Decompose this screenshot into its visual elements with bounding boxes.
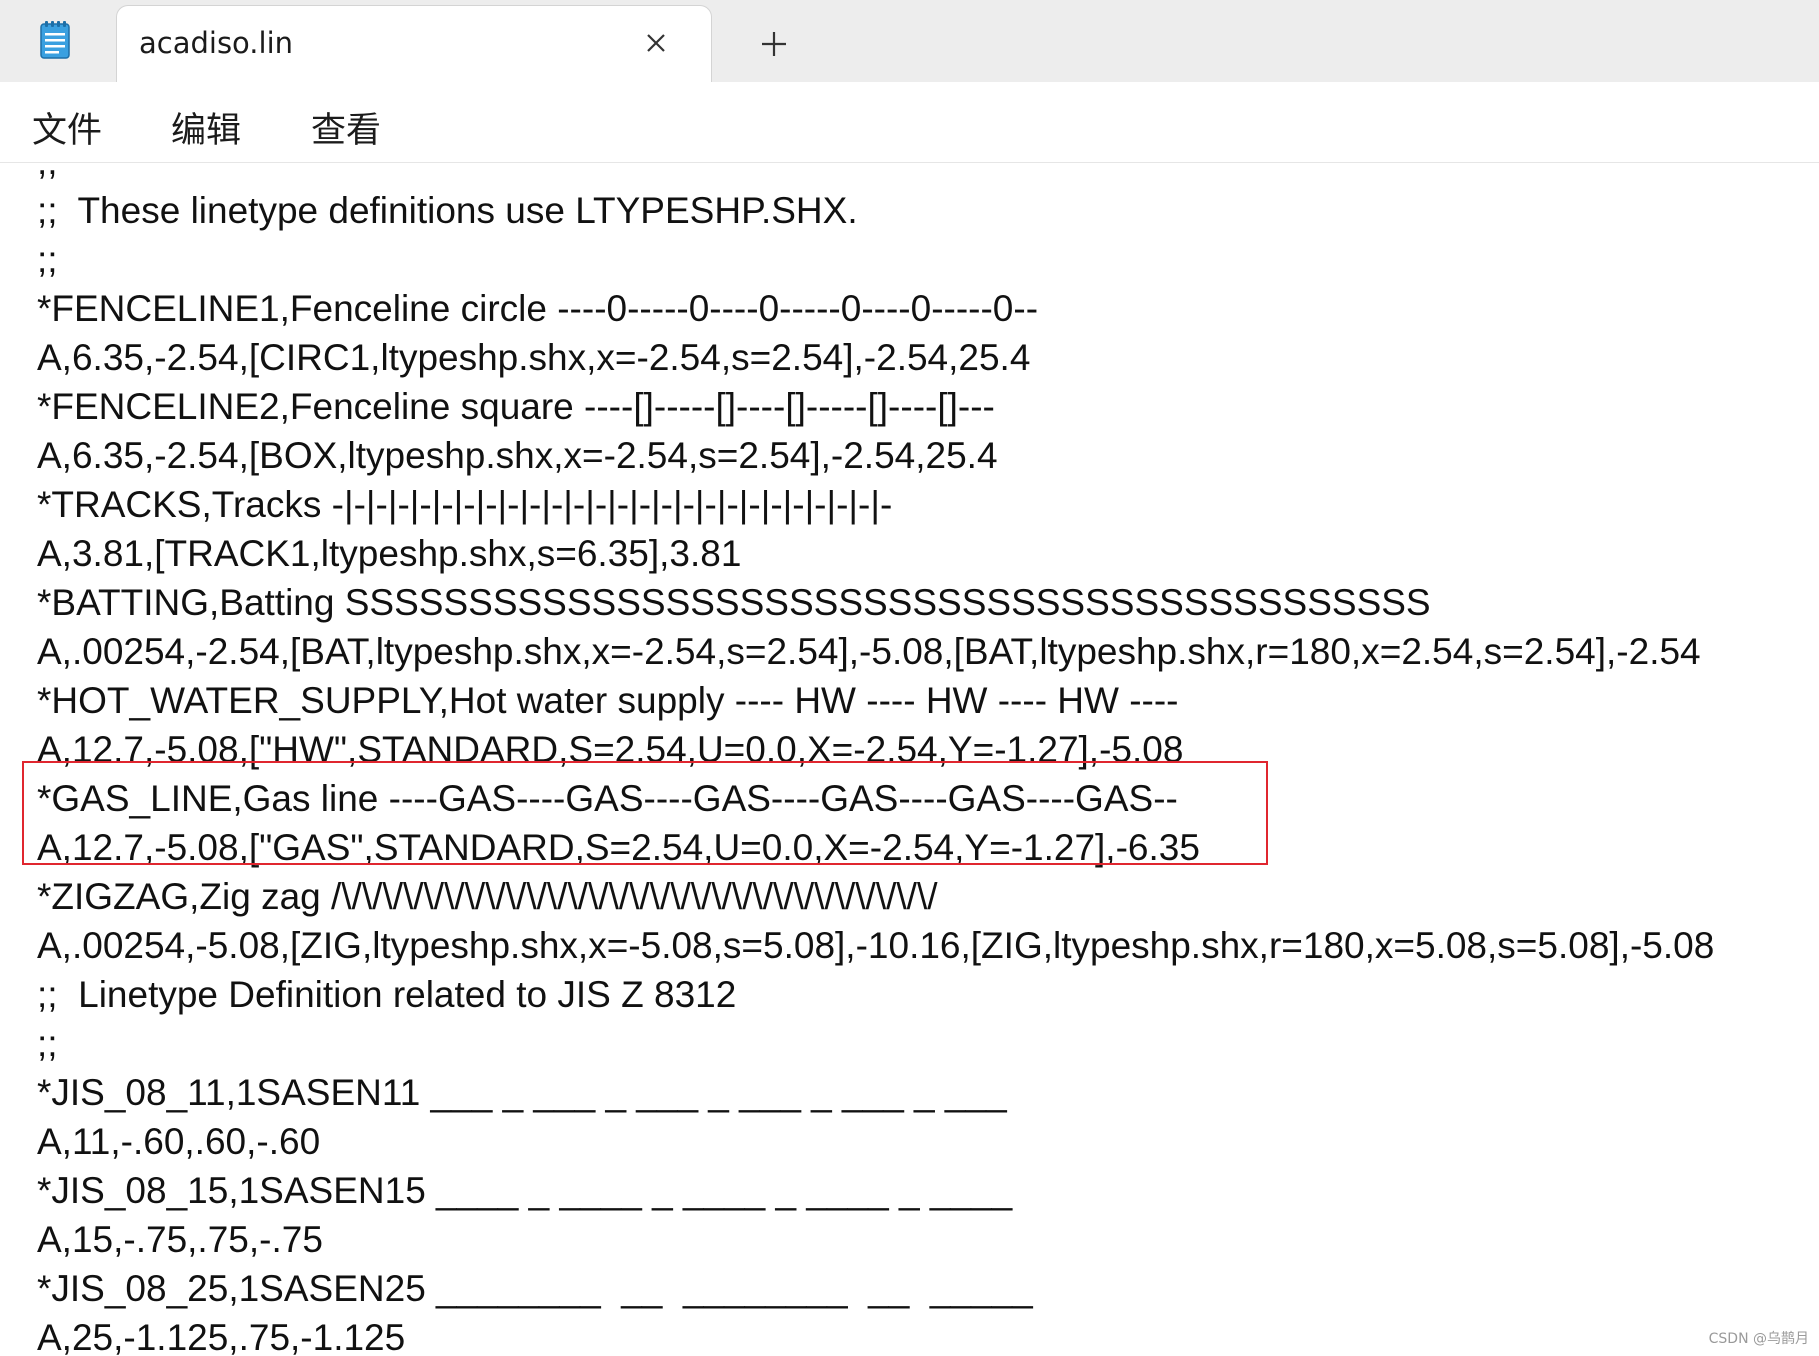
text-line: A,11,-.60,.60,-.60 bbox=[37, 1121, 321, 1162]
menu-file[interactable]: 文件 bbox=[32, 102, 102, 153]
text-editor[interactable]: ;; ;; These linetype definitions use LTY… bbox=[0, 163, 1819, 1356]
text-line: ;; bbox=[37, 1023, 58, 1064]
text-line: A,25,-1.125,.75,-1.125 bbox=[37, 1317, 406, 1356]
text-line: *JIS_08_15,1SASEN15 ____ _ ____ _ ____ _… bbox=[37, 1170, 1013, 1211]
text-line: A,12.7,-5.08,["HW",STANDARD,S=2.54,U=0.0… bbox=[37, 729, 1184, 770]
text-line: *FENCELINE1,Fenceline circle ----0-----0… bbox=[37, 288, 1039, 329]
text-line: A,15,-.75,.75,-.75 bbox=[37, 1219, 323, 1260]
editor-lines: ;; ;; These linetype definitions use LTY… bbox=[37, 163, 1714, 1356]
menu-view[interactable]: 查看 bbox=[311, 102, 381, 153]
tab-acadiso[interactable]: acadiso.lin bbox=[116, 5, 712, 82]
tab-title: acadiso.lin bbox=[139, 26, 294, 60]
text-line: A,6.35,-2.54,[BOX,ltypeshp.shx,x=-2.54,s… bbox=[37, 435, 998, 476]
text-line: *BATTING,Batting SSSSSSSSSSSSSSSSSSSSSSS… bbox=[37, 582, 1431, 623]
notepad-window: acadiso.lin 文件 编辑 查看 ;; ;; These linetyp… bbox=[0, 0, 1819, 1356]
text-line: A,3.81,[TRACK1,ltypeshp.shx,s=6.35],3.81 bbox=[37, 533, 742, 574]
text-line: ;; bbox=[37, 163, 1714, 186]
menu-edit[interactable]: 编辑 bbox=[171, 102, 241, 153]
menu-bar: 文件 编辑 查看 bbox=[0, 82, 1819, 163]
close-icon[interactable] bbox=[641, 28, 671, 58]
text-line: *JIS_08_11,1SASEN11 ___ _ ___ _ ___ _ __… bbox=[37, 1072, 1007, 1113]
text-line: *FENCELINE2,Fenceline square ----[]-----… bbox=[37, 386, 995, 427]
notepad-icon bbox=[40, 21, 70, 59]
text-line: *TRACKS,Tracks -|-|-|-|-|-|-|-|-|-|-|-|-… bbox=[37, 484, 893, 525]
text-line: *JIS_08_25,1SASEN25 ________ __ ________… bbox=[37, 1268, 1033, 1309]
text-line: A,.00254,-2.54,[BAT,ltypeshp.shx,x=-2.54… bbox=[37, 631, 1701, 672]
text-line: ;; bbox=[37, 239, 58, 280]
text-line: A,12.7,-5.08,["GAS",STANDARD,S=2.54,U=0.… bbox=[37, 827, 1200, 868]
text-line: *HOT_WATER_SUPPLY,Hot water supply ---- … bbox=[37, 680, 1179, 721]
watermark: CSDN @乌鹊月 bbox=[1708, 1331, 1809, 1347]
text-line: ;; These linetype definitions use LTYPES… bbox=[37, 190, 858, 231]
text-line: A,6.35,-2.54,[CIRC1,ltypeshp.shx,x=-2.54… bbox=[37, 337, 1031, 378]
tab-bar: acadiso.lin bbox=[0, 0, 1819, 82]
text-line: A,.00254,-5.08,[ZIG,ltypeshp.shx,x=-5.08… bbox=[37, 925, 1715, 966]
plus-icon[interactable] bbox=[752, 26, 796, 62]
text-line: *ZIGZAG,Zig zag /\/\/\/\/\/\/\/\/\/\/\/\… bbox=[37, 876, 938, 917]
text-line: *GAS_LINE,Gas line ----GAS----GAS----GAS… bbox=[37, 778, 1178, 819]
text-line: ;; Linetype Definition related to JIS Z … bbox=[37, 974, 737, 1015]
